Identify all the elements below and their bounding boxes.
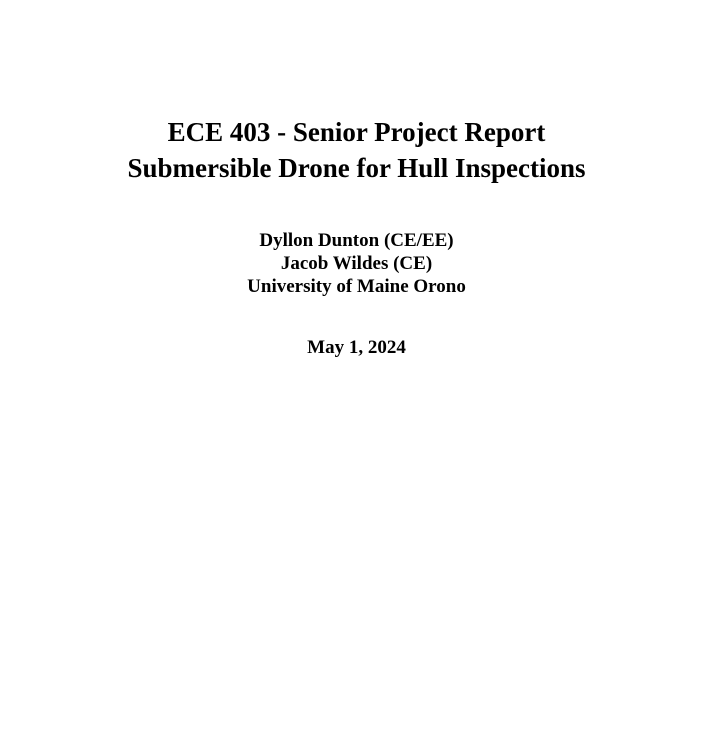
- institution-name: University of Maine Orono: [247, 276, 466, 297]
- author-name: Dyllon Dunton (CE/EE): [259, 230, 454, 251]
- report-title-line-1: ECE 403 - Senior Project Report: [167, 117, 546, 147]
- author-name: Jacob Wildes (CE): [280, 253, 433, 274]
- report-title: ECE 403 - Senior Project Report Submersi…: [0, 114, 703, 186]
- report-title-line-2: Submersible Drone for Hull Inspections: [127, 153, 586, 183]
- author-block: Dyllon Dunton (CE/EE) Jacob Wildes (CE) …: [0, 229, 703, 298]
- report-date: May 1, 2024: [307, 337, 406, 358]
- document-page: ECE 403 - Senior Project Report Submersi…: [0, 0, 703, 742]
